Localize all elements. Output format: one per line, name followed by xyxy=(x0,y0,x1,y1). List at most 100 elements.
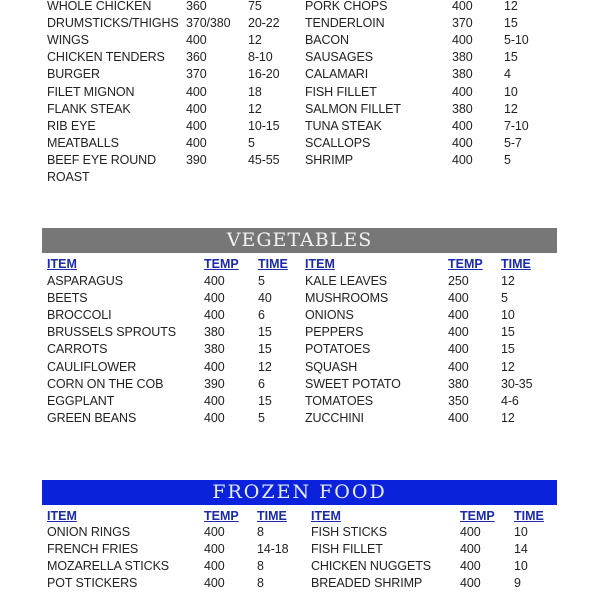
cell-time: 15 xyxy=(504,16,518,31)
cell-time: 16-20 xyxy=(248,67,280,82)
cell-time: 9 xyxy=(514,576,521,591)
cell-time: 15 xyxy=(501,342,515,357)
cell-item: CARROTS xyxy=(47,342,108,357)
column-header-time: TIME xyxy=(258,257,288,271)
cell-temp: 400 xyxy=(452,84,473,99)
cell-item: TOMATOES xyxy=(305,393,373,408)
cell-temp: 380 xyxy=(204,325,225,340)
cell-item: BACON xyxy=(305,33,349,48)
cell-item: TUNA STEAK xyxy=(305,118,382,133)
cell-time: 5-10 xyxy=(504,33,529,48)
cell-item: BREADED SHRIMP xyxy=(311,576,423,591)
cell-time: 5-7 xyxy=(504,135,522,150)
cell-time: 15 xyxy=(258,342,272,357)
cell-temp: 380 xyxy=(448,376,469,391)
cell-item: CORN ON THE COB xyxy=(47,376,164,391)
cell-item: ONIONS xyxy=(305,308,354,323)
column-header-item: ITEM xyxy=(47,509,77,523)
cell-item: FILET MIGNON xyxy=(47,84,135,99)
cell-time: 5 xyxy=(501,291,508,306)
cell-item: FISH FILLET xyxy=(305,84,377,99)
cell-time: 5 xyxy=(248,135,255,150)
cell-temp: 360 xyxy=(186,0,207,13)
cell-time: 7-10 xyxy=(504,118,529,133)
cell-temp: 400 xyxy=(452,33,473,48)
cell-time: 15 xyxy=(258,393,272,408)
cell-item: PEPPERS xyxy=(305,325,364,340)
column-header-temp: TEMP xyxy=(460,509,495,523)
cell-temp: 400 xyxy=(460,525,481,539)
cell-time: 14-18 xyxy=(257,542,289,557)
cell-item: BEETS xyxy=(47,291,88,306)
column-header-temp: TEMP xyxy=(204,257,239,271)
cell-item: MUSHROOMS xyxy=(305,291,389,306)
cell-time: 8 xyxy=(257,559,264,574)
cell-time: 10-15 xyxy=(248,118,280,133)
cell-temp: 400 xyxy=(448,342,469,357)
cell-time: 5 xyxy=(258,274,265,288)
cell-item: SAUSAGES xyxy=(305,50,373,65)
cell-item: MOZARELLA STICKS xyxy=(47,559,170,574)
cell-temp: 400 xyxy=(204,525,225,539)
cell-temp: 400 xyxy=(460,542,481,557)
cell-item: FRENCH FRIES xyxy=(47,542,139,557)
cell-time: 40 xyxy=(258,291,272,306)
cell-time: 15 xyxy=(501,325,515,340)
cell-item: BROCCOLI xyxy=(47,308,112,323)
cell-time: 10 xyxy=(514,525,528,539)
cell-temp: 370 xyxy=(186,67,207,82)
column-header-time: TIME xyxy=(514,509,544,523)
cell-item: DRUMSTICKS/THIGHS xyxy=(47,16,179,31)
cell-temp: 400 xyxy=(204,576,225,591)
cell-time: 12 xyxy=(258,359,272,374)
cell-temp: 360 xyxy=(186,50,207,65)
cell-time: 5 xyxy=(258,410,265,425)
cell-time: 10 xyxy=(514,559,528,574)
cell-temp: 400 xyxy=(204,308,225,323)
cell-temp: 400 xyxy=(448,308,469,323)
cell-temp: 400 xyxy=(452,0,473,13)
column-header-temp: TEMP xyxy=(204,509,239,523)
cell-item: POTATOES xyxy=(305,342,371,357)
cell-item: WHOLE CHICKEN xyxy=(47,0,152,13)
cell-temp: 370 xyxy=(452,16,473,31)
cell-time: 6 xyxy=(258,376,265,391)
cell-time: 20-22 xyxy=(248,16,280,31)
cell-time: 4-6 xyxy=(501,393,519,408)
cell-temp: 350 xyxy=(448,393,469,408)
cell-temp: 400 xyxy=(460,576,481,591)
cell-temp: 400 xyxy=(448,291,469,306)
cell-temp: 400 xyxy=(204,291,225,306)
cell-time: 12 xyxy=(501,410,515,425)
cell-time: 12 xyxy=(501,274,515,288)
cell-temp: 390 xyxy=(186,152,207,167)
cell-time: 18 xyxy=(248,84,262,99)
cell-temp: 400 xyxy=(186,135,207,150)
cell-time: 30-35 xyxy=(501,376,533,391)
column-header-item: ITEM xyxy=(305,257,335,271)
cell-item: FISH FILLET xyxy=(311,542,383,557)
cell-item: MEATBALLS xyxy=(47,135,119,150)
cell-time: 12 xyxy=(248,33,262,48)
cell-temp: 380 xyxy=(204,342,225,357)
cell-time: 12 xyxy=(504,0,518,13)
cell-temp: 370/380 xyxy=(186,16,231,31)
vegetables-banner: VEGETABLES xyxy=(42,228,557,253)
cell-temp: 380 xyxy=(452,50,473,65)
cell-temp: 250 xyxy=(448,274,469,288)
cell-temp: 400 xyxy=(204,542,225,557)
cell-time: 4 xyxy=(504,67,511,82)
cell-temp: 380 xyxy=(452,101,473,116)
cell-item: ASPARAGUS xyxy=(47,274,123,288)
cell-temp: 400 xyxy=(204,393,225,408)
cell-temp: 400 xyxy=(460,559,481,574)
cell-temp: 380 xyxy=(452,67,473,82)
column-header-item: ITEM xyxy=(311,509,341,523)
cell-item: SHRIMP xyxy=(305,152,354,167)
cell-item: EGGPLANT xyxy=(47,393,115,408)
cell-item: FLANK STEAK xyxy=(47,101,131,116)
cell-item: PORK CHOPS xyxy=(305,0,388,13)
cell-item: SWEET POTATO xyxy=(305,376,401,391)
cell-item: BEEF EYE ROUND xyxy=(47,152,157,167)
cell-time: 10 xyxy=(504,84,518,99)
